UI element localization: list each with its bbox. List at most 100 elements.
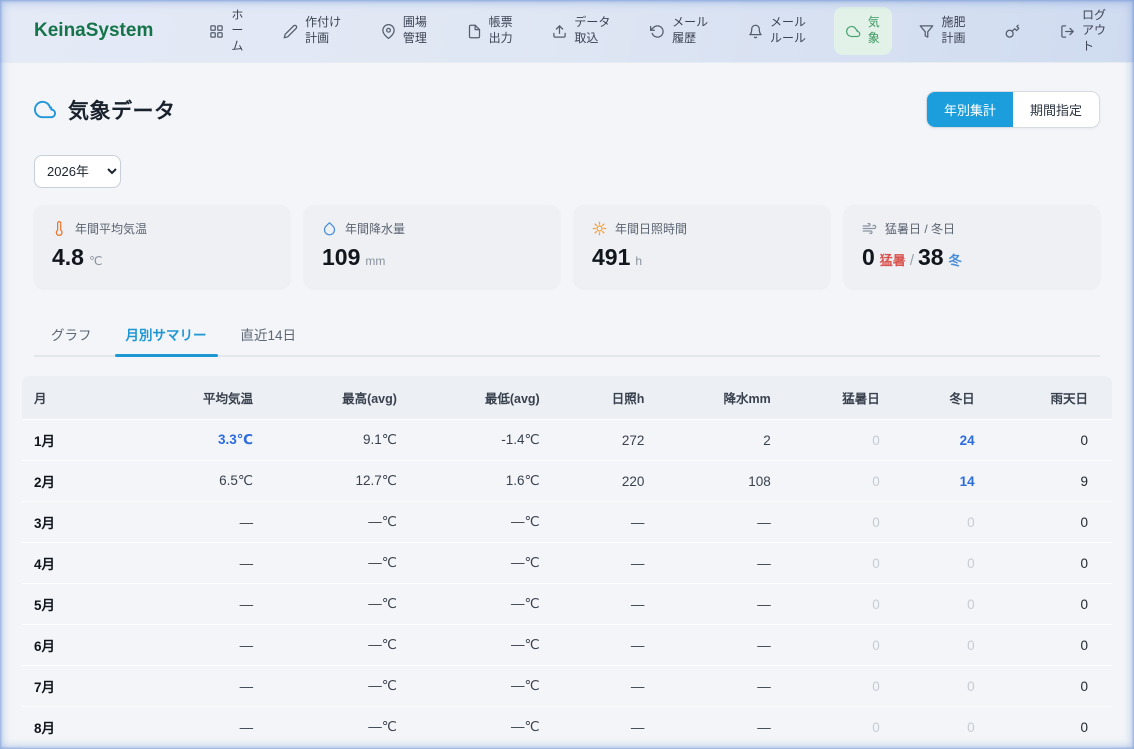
value-cell: 1.6℃: [397, 461, 540, 502]
value-cell: —℃: [253, 707, 397, 748]
value-cell: -1.4℃: [397, 420, 540, 461]
nav-item-mail-history[interactable]: メール 履歴: [638, 7, 720, 54]
value-cell: —: [540, 666, 645, 707]
stat-card-value-part: ℃: [89, 254, 102, 268]
monthly-summary-table-wrap: 月平均気温最高(avg)最低(avg)日照h降水mm猛暑日冬日雨天日 1月3.3…: [22, 376, 1112, 749]
navbar: KeinaSystem ホ ー ム作付け 計画圃場 管理帳票 出力データ 取込メ…: [0, 0, 1134, 63]
value-cell: —: [153, 625, 253, 666]
view-toggle-group: 年別集計期間指定: [926, 91, 1100, 128]
stat-card-value-part: 38: [918, 244, 944, 271]
value-cell: 0: [975, 584, 1112, 625]
stat-card-precipitation: 年間降水量109mm: [304, 205, 560, 288]
nav-item-report-output[interactable]: 帳票 出力: [455, 7, 525, 54]
cloud-icon: [846, 24, 861, 39]
period-select-button[interactable]: 期間指定: [1013, 92, 1099, 127]
value-cell: —: [153, 707, 253, 748]
table-row-2: 2月6.5℃12.7℃1.6℃2201080149: [22, 461, 1112, 502]
value-cell: —℃: [397, 543, 540, 584]
stat-card-extreme-days: 猛暑日 / 冬日0猛暑/38冬: [844, 205, 1100, 288]
value-cell: 0: [880, 543, 975, 584]
value-cell: —: [153, 584, 253, 625]
table-row-3: 3月——℃—℃——000: [22, 502, 1112, 543]
brand-logo[interactable]: KeinaSystem: [34, 20, 153, 42]
tab-monthly-summary[interactable]: 月別サマリー: [109, 315, 224, 355]
value-cell: 9.1℃: [253, 420, 397, 461]
tab-bar: グラフ月別サマリー直近14日: [34, 315, 1100, 357]
stat-card-value-part: mm: [365, 254, 385, 268]
value-cell: —℃: [397, 584, 540, 625]
stat-card-label: 猛暑日 / 冬日: [885, 220, 955, 237]
nav-item-weather[interactable]: 気 象: [834, 7, 892, 54]
year-select[interactable]: 2026年: [34, 155, 121, 188]
map-pin-icon: [381, 24, 396, 39]
sun-icon: [592, 221, 607, 236]
wind-icon: [862, 221, 877, 236]
nav-item-label: データ 取込: [574, 15, 610, 46]
value-cell: —: [540, 543, 645, 584]
nav-item-data-import[interactable]: データ 取込: [540, 7, 622, 54]
column-header: 最低(avg): [397, 376, 540, 420]
grid-icon: [209, 24, 224, 39]
value-cell: 3.3℃: [153, 420, 253, 461]
value-cell: 0: [771, 584, 880, 625]
value-cell: —: [153, 666, 253, 707]
table-row-4: 4月——℃—℃——000: [22, 543, 1112, 584]
stat-card-value: 0猛暑/38冬: [862, 244, 1082, 271]
month-cell: 6月: [22, 625, 153, 666]
month-cell: 2月: [22, 461, 153, 502]
nav-item-home[interactable]: ホ ー ム: [197, 0, 255, 62]
monthly-summary-table: 月平均気温最高(avg)最低(avg)日照h降水mm猛暑日冬日雨天日 1月3.3…: [22, 376, 1112, 749]
nav-item-fertilizer-plan[interactable]: 施肥 計画: [907, 7, 977, 54]
stat-card-value-part: 4.8: [52, 244, 84, 271]
value-cell: —℃: [253, 584, 397, 625]
nav-item-label: 作付け 計画: [305, 15, 341, 46]
key-icon: [1005, 24, 1020, 39]
nav-item-field-management[interactable]: 圃場 管理: [369, 7, 439, 54]
cloud-icon: [34, 98, 57, 121]
table-row-1: 1月3.3℃9.1℃-1.4℃27220240: [22, 420, 1112, 461]
value-cell: —: [644, 584, 770, 625]
value-cell: 0: [880, 502, 975, 543]
value-cell: —: [153, 502, 253, 543]
value-cell: —: [540, 625, 645, 666]
value-cell: —℃: [397, 666, 540, 707]
yearly-summary-button[interactable]: 年別集計: [927, 92, 1013, 127]
stat-card-avg-temp: 年間平均気温4.8℃: [34, 205, 290, 288]
value-cell: —: [644, 707, 770, 748]
value-cell: 0: [975, 502, 1112, 543]
value-cell: 0: [880, 625, 975, 666]
table-header-row: 月平均気温最高(avg)最低(avg)日照h降水mm猛暑日冬日雨天日: [22, 376, 1112, 420]
stat-card-label: 年間日照時間: [615, 220, 687, 237]
value-cell: 0: [771, 707, 880, 748]
page-title-text: 気象データ: [68, 95, 176, 125]
column-header: 日照h: [540, 376, 645, 420]
tab-recent-14days[interactable]: 直近14日: [224, 315, 314, 355]
value-cell: —℃: [253, 543, 397, 584]
month-cell: 3月: [22, 502, 153, 543]
value-cell: —: [644, 543, 770, 584]
stat-card-value-part: 冬: [949, 250, 962, 269]
tab-graph[interactable]: グラフ: [34, 315, 109, 355]
column-header: 雨天日: [975, 376, 1112, 420]
nav-item-logout[interactable]: ログ アウ ト: [1048, 0, 1118, 62]
value-cell: —: [644, 666, 770, 707]
value-cell: 2: [644, 420, 770, 461]
value-cell: —: [540, 502, 645, 543]
value-cell: 0: [880, 707, 975, 748]
nav-item-label: 帳票 出力: [489, 15, 513, 46]
page-title: 気象データ: [34, 95, 176, 125]
nav-item-key[interactable]: [993, 16, 1032, 47]
nav-item-mail-rules[interactable]: メール ルール: [736, 7, 818, 54]
month-cell: 4月: [22, 543, 153, 584]
value-cell: 0: [771, 461, 880, 502]
table-row-6: 6月——℃—℃——000: [22, 625, 1112, 666]
value-cell: —℃: [253, 502, 397, 543]
table-row-5: 5月——℃—℃——000: [22, 584, 1112, 625]
value-cell: —: [644, 502, 770, 543]
column-header: 月: [22, 376, 153, 420]
nav-item-label: 気 象: [868, 15, 880, 46]
stat-card-value-part: 猛暑: [880, 250, 906, 269]
thermometer-icon: [52, 221, 67, 236]
nav-item-crop-plan[interactable]: 作付け 計画: [271, 7, 353, 54]
stat-cards: 年間平均気温4.8℃年間降水量109mm年間日照時間491h猛暑日 / 冬日0猛…: [34, 205, 1100, 288]
